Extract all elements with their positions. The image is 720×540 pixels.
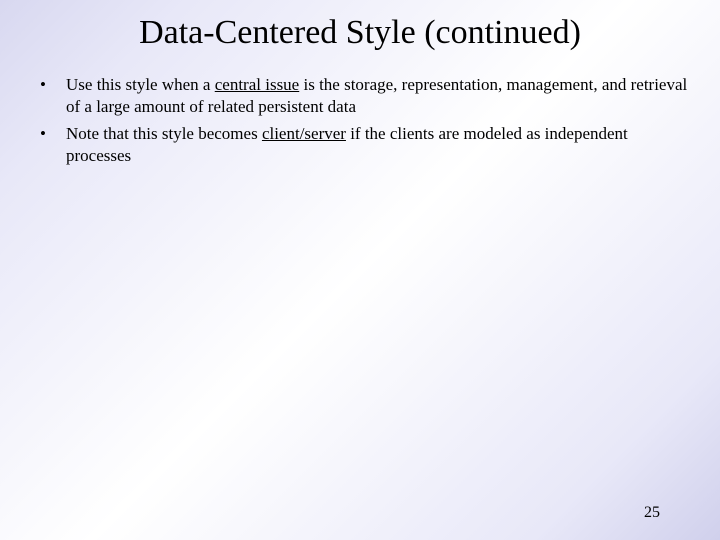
bullet-text: Use this style when a central issue is t… bbox=[66, 74, 690, 119]
underlined-text: central issue bbox=[215, 75, 300, 94]
text-segment: Use this style when a bbox=[66, 75, 215, 94]
list-item: • Use this style when a central issue is… bbox=[38, 74, 690, 119]
slide-title: Data-Centered Style (continued) bbox=[0, 0, 720, 74]
list-item: • Note that this style becomes client/se… bbox=[38, 123, 690, 168]
bullet-text: Note that this style becomes client/serv… bbox=[66, 123, 690, 168]
page-number: 25 bbox=[644, 504, 660, 522]
slide-content: • Use this style when a central issue is… bbox=[0, 74, 720, 168]
text-segment: Note that this style becomes bbox=[66, 124, 262, 143]
underlined-text: client/server bbox=[262, 124, 346, 143]
bullet-icon: • bbox=[38, 74, 66, 119]
bullet-list: • Use this style when a central issue is… bbox=[38, 74, 690, 168]
bullet-icon: • bbox=[38, 123, 66, 168]
